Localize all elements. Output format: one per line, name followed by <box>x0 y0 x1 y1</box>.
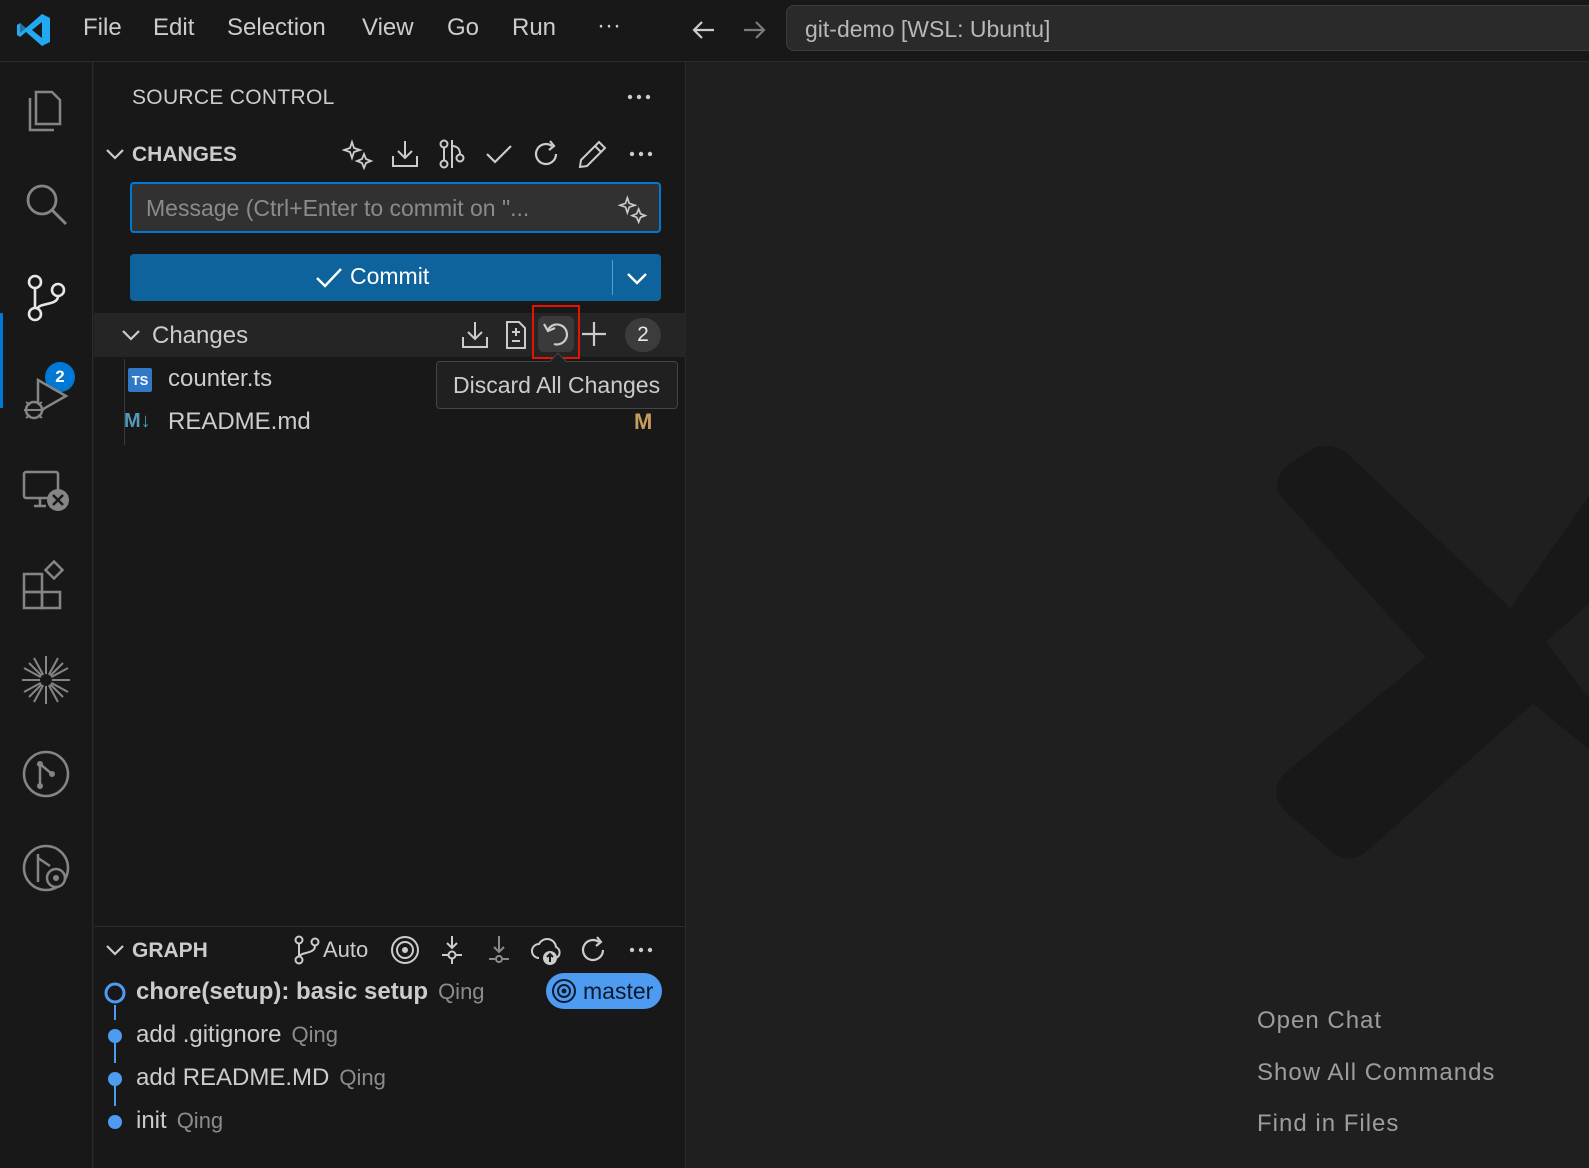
branch-name: master <box>583 978 654 1004</box>
command-center-label: git-demo [WSL: Ubuntu] <box>805 16 1051 42</box>
graph-separator <box>94 926 686 927</box>
tooltip: Discard All Changes <box>436 352 678 409</box>
copilot-icon[interactable] <box>20 654 72 706</box>
more-icon[interactable] <box>625 138 657 170</box>
sparkle-icon[interactable] <box>342 138 374 170</box>
changes-section-title: CHANGES <box>132 143 238 166</box>
search-icon[interactable] <box>20 178 72 230</box>
commit-check-icon <box>316 268 342 288</box>
commit-author: Qing <box>339 1065 386 1090</box>
highlight-box <box>532 305 580 359</box>
open-changes-icon[interactable] <box>499 319 531 351</box>
commit-button-label: Commit <box>350 263 430 289</box>
check-icon[interactable] <box>483 138 515 170</box>
chevron-down-icon <box>106 149 124 160</box>
target-icon[interactable] <box>389 934 421 966</box>
vscode-logo-icon <box>17 14 50 46</box>
command-center[interactable]: git-demo [WSL: Ubuntu] <box>786 5 1589 51</box>
branch-compare-icon[interactable] <box>436 138 468 170</box>
source-control-icon[interactable] <box>20 272 72 324</box>
commit-message: chore(setup): basic setup Qing <box>136 978 485 1005</box>
file-name: README.md <box>168 408 311 435</box>
editor-area: Open Chat Show All Commands Find in File… <box>686 62 1589 1168</box>
pencil-icon[interactable] <box>577 138 609 170</box>
graph-more-icon[interactable] <box>625 934 657 966</box>
graph-section-title: GRAPH <box>132 939 208 962</box>
typescript-file-icon: TS <box>128 368 152 392</box>
generate-message-sparkle-icon[interactable] <box>618 194 648 224</box>
changes-group-label: Changes <box>152 322 249 349</box>
activity-bar: 2 <box>0 62 93 1168</box>
commit-message: add .gitignore Qing <box>136 1021 338 1048</box>
menu-view[interactable]: View <box>362 14 414 42</box>
branch-badge-master[interactable]: master <box>546 973 662 1009</box>
commit-button[interactable]: Commit <box>130 254 661 301</box>
menu-run[interactable]: Run <box>512 14 556 42</box>
more-actions-icon[interactable] <box>624 82 654 112</box>
fetch-icon[interactable] <box>436 934 468 966</box>
commit-row[interactable]: add .gitignore Qing <box>94 1015 686 1057</box>
commit-author: Qing <box>438 979 485 1004</box>
stash-icon[interactable] <box>459 319 491 351</box>
hint-find-in-files[interactable]: Find in Files <box>1257 1110 1399 1138</box>
menu-selection[interactable]: Selection <box>227 14 326 42</box>
commit-row[interactable]: init Qing <box>94 1101 686 1143</box>
graph-auto-label[interactable]: Auto <box>323 937 368 963</box>
file-status-modified: M <box>634 409 653 434</box>
git-graph-icon[interactable] <box>20 748 72 800</box>
vscode-watermark-icon <box>1276 445 1589 859</box>
commit-author: Qing <box>176 1108 224 1133</box>
refresh-icon[interactable] <box>530 138 562 170</box>
menu-file[interactable]: File <box>83 14 122 42</box>
graph-refresh-icon[interactable] <box>577 934 609 966</box>
commit-author: Qing <box>291 1022 338 1047</box>
changes-chevron-down-icon <box>122 330 140 341</box>
git-history-icon[interactable] <box>20 842 72 894</box>
back-arrow-icon[interactable] <box>688 14 720 46</box>
target-branch-icon <box>552 979 576 1003</box>
commit-divider <box>612 260 613 295</box>
commit-dropdown-chevron-icon[interactable] <box>622 263 652 293</box>
hint-open-chat[interactable]: Open Chat <box>1257 1007 1382 1035</box>
changes-count-badge: 2 <box>625 318 661 352</box>
commit-message: init Qing <box>136 1107 224 1134</box>
cloud-push-icon[interactable] <box>530 934 562 966</box>
pull-icon[interactable] <box>389 138 421 170</box>
menu-more[interactable]: ··· <box>597 12 621 40</box>
tooltip-text: Discard All Changes <box>453 372 661 398</box>
extensions-icon[interactable] <box>20 560 72 612</box>
file-name: counter.ts <box>168 365 273 392</box>
graph-chevron-down-icon <box>106 945 124 956</box>
commit-message-placeholder: Message (Ctrl+Enter to commit on "... <box>146 195 530 221</box>
remote-explorer-icon[interactable] <box>20 466 72 518</box>
active-indicator <box>0 313 3 408</box>
run-debug-icon[interactable] <box>20 372 72 424</box>
commit-message-input[interactable]: Message (Ctrl+Enter to commit on "... <box>130 182 661 233</box>
commit-message: add README.MD Qing <box>136 1064 386 1091</box>
forward-arrow-icon[interactable] <box>738 14 770 46</box>
source-control-sidebar: SOURCE CONTROL CHANGES Message (Ctrl+Ent… <box>94 62 686 1168</box>
menu-edit[interactable]: Edit <box>153 14 194 42</box>
markdown-file-icon: M↓ <box>124 410 151 432</box>
branch-icon[interactable] <box>291 934 323 966</box>
sidebar-title: SOURCE CONTROL <box>132 86 335 109</box>
commit-row[interactable]: add README.MD Qing <box>94 1058 686 1100</box>
menu-go[interactable]: Go <box>447 14 479 42</box>
changes-section-header[interactable]: CHANGES <box>94 134 686 174</box>
explorer-icon[interactable] <box>20 82 72 134</box>
hint-show-all-commands[interactable]: Show All Commands <box>1257 1059 1495 1087</box>
title-bar: File Edit Selection View Go Run ··· git-… <box>0 0 1589 62</box>
stage-all-plus-icon[interactable] <box>578 318 610 350</box>
pull-graph-icon[interactable] <box>483 934 515 966</box>
